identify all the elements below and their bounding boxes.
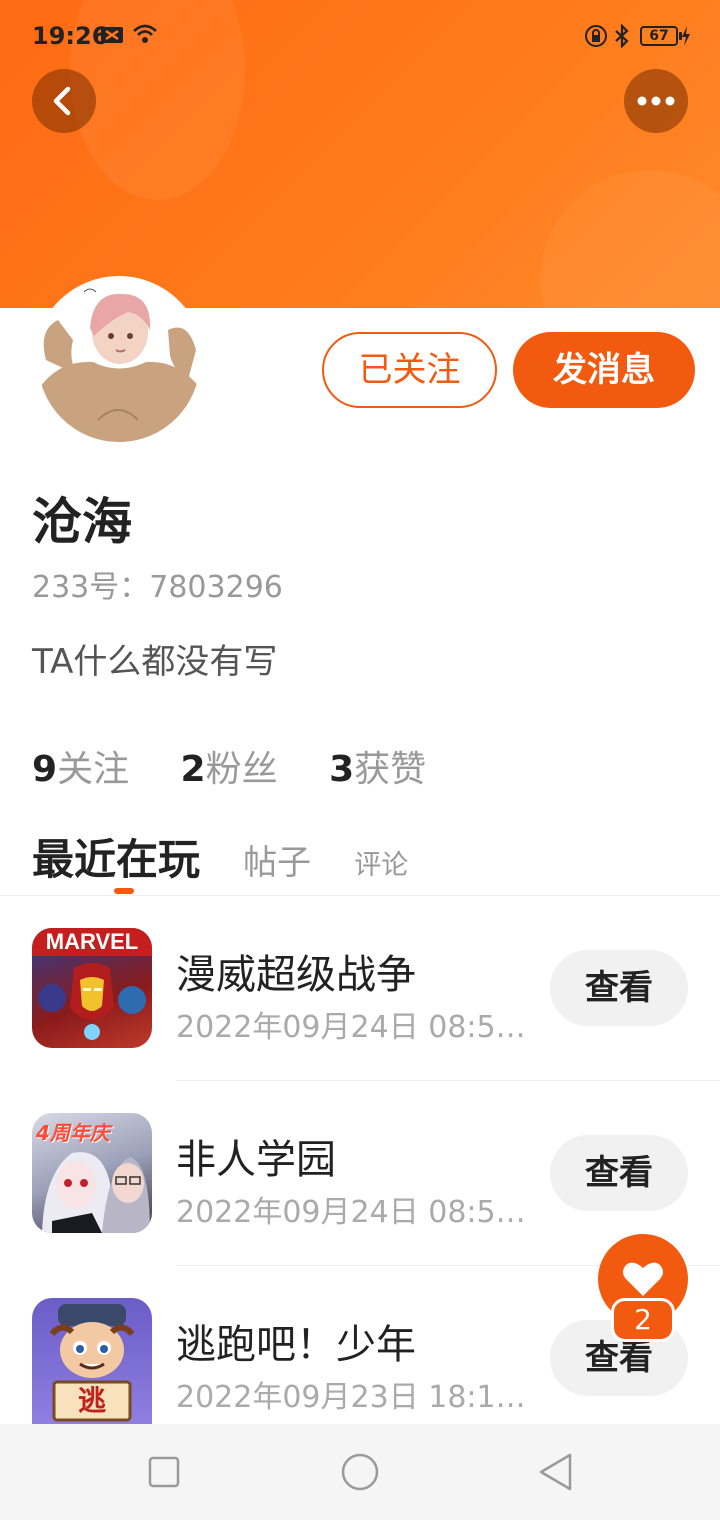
stat-count: 9 bbox=[32, 749, 58, 790]
stat-label: 关注 bbox=[57, 749, 130, 790]
profile-stats: 9关注 2粉丝 3获赞 bbox=[32, 740, 466, 792]
view-button[interactable]: 查看 bbox=[550, 950, 688, 1026]
chevron-left-icon bbox=[53, 86, 71, 116]
stat-label: 获赞 bbox=[354, 749, 427, 790]
system-nav-icons bbox=[148, 1453, 572, 1491]
avatar[interactable] bbox=[34, 276, 204, 446]
stat-following[interactable]: 9关注 bbox=[32, 740, 129, 792]
game-title: 漫威超级战争 bbox=[176, 952, 416, 998]
like-count-badge: 2 bbox=[611, 1298, 675, 1342]
system-navigation-bar bbox=[0, 1424, 720, 1520]
back-button[interactable] bbox=[32, 69, 96, 133]
game-last-played: 2022年09月24日 08:59... bbox=[176, 1010, 526, 1045]
bluetooth-icon bbox=[613, 23, 631, 52]
avatar-illustration bbox=[38, 280, 200, 442]
more-options-button[interactable] bbox=[624, 69, 688, 133]
profile-tabs: 最近在玩 帖子 评论 bbox=[32, 826, 408, 887]
home-icon[interactable] bbox=[341, 1453, 379, 1491]
back-nav-icon[interactable] bbox=[539, 1453, 572, 1491]
game-title: 逃跑吧！少年 bbox=[176, 1322, 416, 1368]
stat-likes[interactable]: 3获赞 bbox=[329, 740, 426, 792]
iron-man-icon bbox=[38, 963, 146, 1040]
stat-followers[interactable]: 2粉丝 bbox=[181, 740, 278, 792]
tab-recently-played[interactable]: 最近在玩 bbox=[32, 826, 200, 887]
send-message-button[interactable]: 发消息 bbox=[513, 332, 695, 408]
game-last-played: 2022年09月24日 08:57... bbox=[176, 1195, 526, 1230]
status-time: 19:26 bbox=[32, 22, 109, 50]
user-id: 233号：7803296 bbox=[32, 570, 283, 605]
tab-comments[interactable]: 评论 bbox=[354, 843, 408, 882]
view-button[interactable]: 查看 bbox=[550, 1135, 688, 1211]
active-tab-indicator bbox=[114, 888, 134, 894]
tab-posts[interactable]: 帖子 bbox=[243, 835, 311, 884]
game-icon-taopaoba: 逃 bbox=[32, 1298, 152, 1424]
profile-name: 沧海 bbox=[32, 493, 132, 551]
followed-button[interactable]: 已关注 bbox=[322, 332, 497, 408]
game-list-item[interactable]: MARVEL 漫威超级战争 2022年09月24日 08:59... 查看 bbox=[0, 896, 720, 1081]
game-last-played: 2022年09月23日 18:11... bbox=[176, 1380, 526, 1415]
recent-apps-icon[interactable] bbox=[148, 1456, 180, 1488]
game-title: 非人学园 bbox=[176, 1137, 336, 1183]
stat-count: 3 bbox=[329, 749, 355, 790]
game-icon-feirenxueyuan: 4周年庆 bbox=[32, 1113, 152, 1233]
status-bar: 19:26 67 bbox=[0, 0, 720, 74]
stat-count: 2 bbox=[180, 749, 206, 790]
lock-icon bbox=[584, 24, 608, 52]
profile-bio: TA什么都没有写 bbox=[32, 642, 278, 682]
game-icon-label: 逃 bbox=[77, 1384, 106, 1417]
battery-icon: 67 bbox=[640, 26, 682, 46]
message-icon bbox=[100, 24, 124, 50]
stat-label: 粉丝 bbox=[205, 749, 278, 790]
more-dots-icon bbox=[637, 96, 675, 106]
wifi-icon bbox=[132, 22, 158, 50]
header-decoration bbox=[540, 170, 720, 308]
charging-icon bbox=[681, 26, 691, 50]
game-icon-marvel: MARVEL bbox=[32, 928, 152, 1048]
game-icon-label: 4周年庆 bbox=[36, 1121, 110, 1145]
